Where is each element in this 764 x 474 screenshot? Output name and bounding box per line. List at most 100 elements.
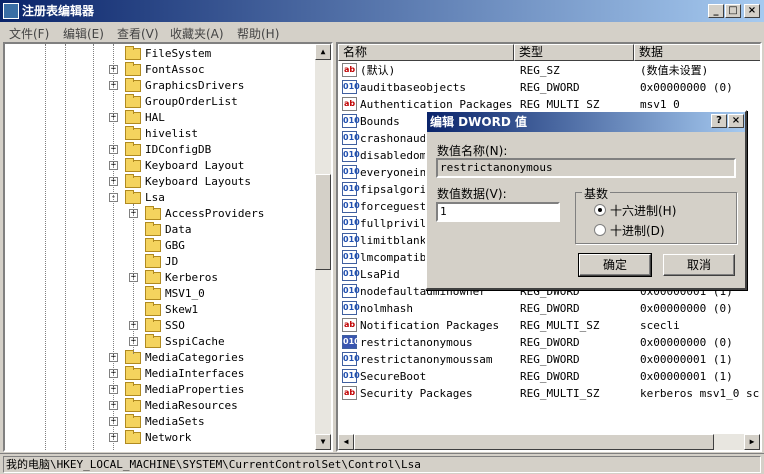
value-name: (默认) bbox=[360, 64, 396, 77]
tree-item-label: MSV1_0 bbox=[165, 287, 205, 300]
maximize-button[interactable]: □ bbox=[725, 4, 741, 18]
tree-item[interactable]: + MediaProperties bbox=[5, 382, 315, 398]
binary-value-icon: 010 bbox=[342, 233, 360, 247]
tree-vertical-scrollbar[interactable]: ▲ ▼ bbox=[315, 44, 331, 450]
tree-item-label: GBG bbox=[165, 239, 185, 252]
tree-item[interactable]: + Keyboard Layouts bbox=[5, 174, 315, 190]
menu-edit[interactable]: 编辑(E) bbox=[63, 25, 104, 42]
minimize-button[interactable]: _ bbox=[708, 4, 724, 18]
tree-item[interactable]: - Lsa bbox=[5, 190, 315, 206]
registry-editor-window: 注册表编辑器 _ □ × 文件(F) 编辑(E) 查看(V) 收藏夹(A) 帮助… bbox=[0, 0, 764, 474]
tree-guide-line bbox=[65, 44, 66, 450]
tree-item-label: Keyboard Layouts bbox=[145, 175, 251, 188]
registry-app-icon bbox=[3, 3, 19, 19]
value-row[interactable]: ab Notification Packages REG_MULTI_SZ scecl… bbox=[338, 317, 748, 334]
tree-item[interactable]: + AccessProviders bbox=[5, 206, 315, 222]
menu-favorites[interactable]: 收藏夹(A) bbox=[170, 25, 224, 42]
menu-view[interactable]: 查看(V) bbox=[117, 25, 159, 42]
tree-item[interactable]: + MediaCategories bbox=[5, 350, 315, 366]
folder-icon bbox=[125, 110, 141, 124]
tree-item-label: GraphicsDrivers bbox=[145, 79, 245, 92]
decimal-label[interactable]: 十进制(D) bbox=[610, 222, 665, 239]
value-row[interactable]: 010 restrictanonymous REG_DWORD 0x00000000 … bbox=[338, 334, 748, 351]
value-data: 0x00000000 (0) bbox=[640, 302, 733, 315]
tree-guide-line bbox=[93, 44, 94, 450]
tree-item-label: IDConfigDB bbox=[145, 143, 212, 156]
dialog-close-button[interactable]: × bbox=[728, 114, 744, 128]
folder-icon bbox=[125, 366, 141, 380]
hex-label[interactable]: 十六进制(H) bbox=[610, 202, 676, 219]
tree-item[interactable]: + HAL bbox=[5, 110, 315, 126]
scroll-thumb[interactable] bbox=[315, 174, 331, 270]
tree-pane[interactable]: FileSystem + FontAssoc + GraphicsDrivers Grou… bbox=[3, 42, 333, 452]
menu-file[interactable]: 文件(F) bbox=[9, 25, 49, 42]
tree-item[interactable]: + SspiCache bbox=[5, 334, 315, 350]
tree-item[interactable]: + FontAssoc bbox=[5, 62, 315, 78]
list-horizontal-scrollbar[interactable]: ◀ ▶ bbox=[338, 434, 760, 450]
value-row[interactable]: 010 nolmhash REG_DWORD 0x00000000 (0) bbox=[338, 300, 748, 317]
tree-item[interactable]: + Kerberos bbox=[5, 270, 315, 286]
tree-item-label: Lsa bbox=[145, 191, 165, 204]
tree-item[interactable]: FileSystem bbox=[5, 46, 315, 62]
scroll-down-button[interactable]: ▼ bbox=[315, 434, 331, 450]
folder-icon bbox=[145, 206, 161, 220]
string-value-icon: ab bbox=[342, 63, 357, 77]
tree-item-label: JD bbox=[165, 255, 179, 268]
ok-button[interactable]: 确定 bbox=[578, 253, 652, 277]
scroll-right-button[interactable]: ▶ bbox=[744, 434, 760, 450]
value-data: scecli bbox=[640, 319, 680, 332]
value-data-input[interactable]: 1 bbox=[436, 202, 560, 222]
binary-value-icon: 010 bbox=[342, 284, 360, 298]
value-name: lmcompatibi bbox=[360, 251, 433, 264]
scroll-left-button[interactable]: ◀ bbox=[338, 434, 354, 450]
tree-item[interactable]: + GraphicsDrivers bbox=[5, 78, 315, 94]
close-button[interactable]: × bbox=[744, 4, 760, 18]
tree-item[interactable]: JD bbox=[5, 254, 315, 270]
tree-item[interactable]: GroupOrderList bbox=[5, 94, 315, 110]
tree-item-label: MediaCategories bbox=[145, 351, 245, 364]
help-button[interactable]: ? bbox=[711, 114, 727, 128]
folder-icon bbox=[145, 254, 161, 268]
binary-value-icon: 010 bbox=[342, 369, 360, 383]
dialog-title-bar[interactable]: 编辑 DWORD 值 ? × bbox=[427, 112, 745, 132]
tree-item[interactable]: Data bbox=[5, 222, 315, 238]
value-name: crashonaudi bbox=[360, 132, 433, 145]
tree-item[interactable]: + Network bbox=[5, 430, 315, 446]
scroll-up-button[interactable]: ▲ bbox=[315, 44, 331, 60]
tree-item-label: MediaResources bbox=[145, 399, 238, 412]
cancel-button[interactable]: 取消 bbox=[663, 254, 735, 276]
tree-item[interactable]: + Keyboard Layout bbox=[5, 158, 315, 174]
folder-icon bbox=[125, 398, 141, 412]
value-row[interactable]: 010 auditbaseobjects REG_DWORD 0x00000000 (… bbox=[338, 79, 748, 96]
column-header-name[interactable]: 名称 bbox=[338, 44, 514, 61]
folder-icon bbox=[145, 286, 161, 300]
value-type: REG_MULTI_SZ bbox=[520, 387, 600, 400]
value-row[interactable]: 010 SecureBoot REG_DWORD 0x00000001 (1) bbox=[338, 368, 748, 385]
tree-item[interactable]: + MediaInterfaces bbox=[5, 366, 315, 382]
tree-item[interactable]: hivelist bbox=[5, 126, 315, 142]
title-bar[interactable]: 注册表编辑器 _ □ × bbox=[0, 0, 764, 22]
tree-item[interactable]: + MediaResources bbox=[5, 398, 315, 414]
tree-item[interactable]: + MediaSets bbox=[5, 414, 315, 430]
tree-item[interactable]: + IDConfigDB bbox=[5, 142, 315, 158]
value-name: forceguest bbox=[360, 200, 427, 213]
menu-bar: 文件(F) 编辑(E) 查看(V) 收藏夹(A) 帮助(H) bbox=[0, 22, 764, 42]
column-header-data[interactable]: 数据 bbox=[634, 44, 760, 61]
tree-item-label: AccessProviders bbox=[165, 207, 265, 220]
column-header-type[interactable]: 类型 bbox=[514, 44, 634, 61]
value-row[interactable]: ab (默认) REG_SZ (数值未设置) bbox=[338, 62, 748, 79]
value-row[interactable]: 010 restrictanonymoussam REG_DWORD 0x000000… bbox=[338, 351, 748, 368]
value-row[interactable]: ab Security Packages REG_MULTI_SZ kerberos … bbox=[338, 385, 760, 402]
menu-help[interactable]: 帮助(H) bbox=[237, 25, 279, 42]
tree-item[interactable]: MSV1_0 bbox=[5, 286, 315, 302]
value-type: REG_SZ bbox=[520, 64, 560, 77]
value-name: everyoneinc bbox=[360, 166, 433, 179]
tree-item[interactable]: + SSO bbox=[5, 318, 315, 334]
tree-item[interactable]: GBG bbox=[5, 238, 315, 254]
value-name: fullprivile bbox=[360, 217, 433, 230]
tree-item[interactable]: Skew1 bbox=[5, 302, 315, 318]
folder-icon bbox=[145, 270, 161, 284]
horizontal-scroll-thumb[interactable] bbox=[354, 434, 714, 450]
hex-radio[interactable] bbox=[594, 204, 606, 216]
decimal-radio[interactable] bbox=[594, 224, 606, 236]
